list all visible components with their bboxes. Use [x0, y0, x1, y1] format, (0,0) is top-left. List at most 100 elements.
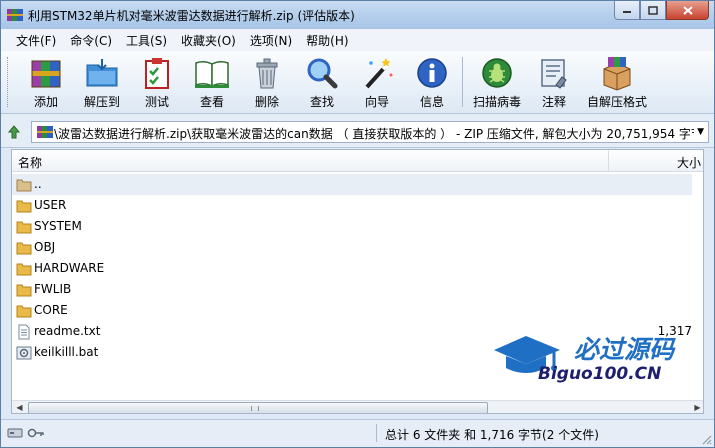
watermark-logo: 必过源码 Biguo100.CN [490, 330, 700, 390]
add-label: 添加 [33, 95, 58, 109]
dropdown-arrow-icon[interactable]: ▼ [697, 127, 704, 137]
file-name: USER [34, 198, 67, 212]
scan-virus-button[interactable]: 扫描病毒 [471, 55, 523, 111]
up-folder-icon[interactable] [7, 125, 21, 139]
menu-commands[interactable]: 命令(C) [63, 32, 119, 49]
maximize-button[interactable] [640, 1, 666, 20]
list-item[interactable]: USER [12, 195, 692, 216]
wizard-button[interactable]: 向导 [352, 55, 402, 111]
menu-favorites[interactable]: 收藏夹(O) [174, 32, 243, 49]
trash-icon [256, 58, 278, 89]
menu-help[interactable]: 帮助(H) [299, 32, 355, 49]
toolbar-grip [7, 57, 10, 107]
info-button[interactable]: 信息 [407, 55, 457, 111]
list-item[interactable]: FWLIB [12, 279, 692, 300]
scan-virus-label: 扫描病毒 [472, 95, 521, 109]
scrollbar-grip [251, 406, 259, 411]
status-icons [7, 426, 45, 440]
view-label: 查看 [199, 95, 224, 109]
status-separator [376, 424, 377, 442]
column-header: 名称 大小 [12, 150, 703, 172]
folder-icon [16, 242, 32, 255]
magic-wand-icon [365, 58, 393, 89]
file-name: SYSTEM [34, 219, 82, 233]
info-icon [417, 58, 447, 88]
comment-label: 注释 [541, 95, 566, 109]
file-name: .. [34, 177, 42, 191]
list-item[interactable]: OBJ [12, 237, 692, 258]
window-title: 利用STM32单片机对毫米波雷达数据进行解析.zip (评估版本) [28, 9, 355, 23]
virus-bug-icon [482, 58, 512, 88]
extract-folder-icon [86, 59, 118, 87]
info-label: 信息 [419, 95, 444, 109]
toolbar: 添加 解压到 测试 查看 删除 查找 向导 信息 扫描病毒 注释 自解压格式 [1, 51, 714, 114]
list-item-parent[interactable]: .. [12, 174, 692, 195]
delete-button[interactable]: 删除 [242, 55, 292, 111]
extract-button[interactable]: 解压到 [77, 55, 127, 111]
sfx-button[interactable]: 自解压格式 [584, 55, 650, 111]
find-label: 查找 [309, 95, 334, 109]
archive-small-icon [37, 126, 53, 138]
text-file-icon [18, 324, 30, 340]
comment-button[interactable]: 注释 [529, 55, 579, 111]
view-book-icon [195, 60, 229, 88]
folder-icon [16, 200, 32, 213]
column-divider[interactable] [608, 150, 609, 172]
scrollbar-thumb[interactable] [28, 402, 488, 413]
sfx-label: 自解压格式 [586, 95, 647, 109]
extract-label: 解压到 [83, 95, 120, 109]
file-name: FWLIB [34, 282, 72, 296]
resize-grip-icon[interactable] [700, 433, 712, 445]
column-size-header[interactable]: 大小 [677, 154, 701, 171]
magnifier-icon [307, 58, 338, 89]
close-button[interactable] [666, 1, 709, 20]
menu-options[interactable]: 选项(N) [243, 32, 299, 49]
folder-icon [16, 305, 32, 318]
folder-icon [16, 284, 32, 297]
minimize-button[interactable] [614, 1, 640, 20]
minimize-icon [623, 11, 631, 13]
view-button[interactable]: 查看 [187, 55, 237, 111]
window-controls [614, 1, 709, 21]
folder-icon [16, 263, 32, 276]
find-button[interactable]: 查找 [297, 55, 347, 111]
list-item[interactable]: SYSTEM [12, 216, 692, 237]
horizontal-scrollbar[interactable]: ◀ ▶ [12, 400, 703, 413]
menu-file[interactable]: 文件(F) [9, 32, 63, 49]
list-item[interactable]: HARDWARE [12, 258, 692, 279]
wizard-label: 向导 [364, 95, 389, 109]
winrar-app-icon [7, 9, 23, 21]
file-list: 名称 大小 .. USER SYSTEM OBJ HARDWARE FWLIB … [11, 149, 704, 414]
list-item[interactable]: CORE [12, 300, 692, 321]
watermark-subtitle: Biguo100.CN [538, 364, 662, 384]
comment-icon [541, 59, 567, 89]
key-icon[interactable] [27, 426, 45, 440]
toolbar-separator [462, 57, 463, 107]
address-path: \波雷达数据进行解析.zip\获取毫米波雷达的can数据 （ 直接获取版本的 ）… [54, 127, 694, 141]
maximize-icon [648, 5, 658, 15]
address-bar: \波雷达数据进行解析.zip\获取毫米波雷达的can数据 （ 直接获取版本的 ）… [1, 114, 714, 148]
add-button[interactable]: 添加 [21, 55, 71, 111]
winrar-window: 利用STM32单片机对毫米波雷达数据进行解析.zip (评估版本) 文件(F) … [0, 0, 715, 448]
disk-icon[interactable] [7, 426, 23, 440]
address-field[interactable]: \波雷达数据进行解析.zip\获取毫米波雷达的can数据 （ 直接获取版本的 ）… [31, 121, 709, 143]
test-button[interactable]: 测试 [132, 55, 182, 111]
menu-tools[interactable]: 工具(S) [119, 32, 174, 49]
batch-file-icon [16, 346, 32, 360]
status-summary: 总计 6 文件夹 和 1,716 字节(2 个文件) [385, 428, 599, 442]
column-name-header[interactable]: 名称 [18, 154, 42, 171]
folder-icon [16, 221, 32, 234]
watermark-title: 必过源码 [574, 335, 675, 364]
close-icon [682, 5, 693, 15]
title-bar: 利用STM32单片机对毫米波雷达数据进行解析.zip (评估版本) [1, 1, 714, 29]
file-name: readme.txt [34, 324, 101, 338]
file-name: HARDWARE [34, 261, 105, 275]
status-bar: 总计 6 文件夹 和 1,716 字节(2 个文件) [1, 419, 714, 447]
add-archive-icon [31, 60, 61, 88]
scroll-left-icon[interactable]: ◀ [12, 401, 27, 413]
test-label: 测试 [144, 95, 169, 109]
menu-bar: 文件(F) 命令(C) 工具(S) 收藏夹(O) 选项(N) 帮助(H) [1, 29, 714, 51]
file-name: OBJ [34, 240, 56, 254]
scroll-right-icon[interactable]: ▶ [690, 401, 703, 413]
sfx-box-icon [603, 57, 631, 91]
